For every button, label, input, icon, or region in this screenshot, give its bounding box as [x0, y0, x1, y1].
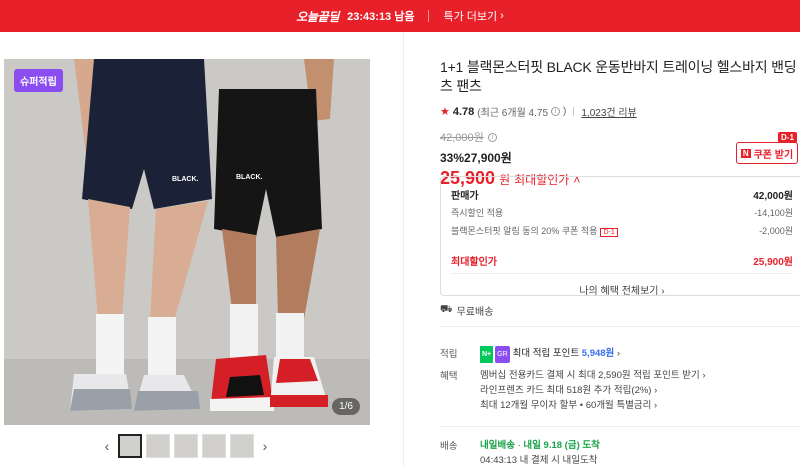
benefit-item[interactable]: 멤버십 전용카드 결제 시 최대 2,590원 적립 포인트 받기 › [480, 368, 800, 383]
max-value: 25,900원 [753, 256, 793, 268]
coupon-button-label: 쿠폰 받기 [753, 149, 794, 161]
benefit-text: 최대 12개월 무이자 할부 • 60개월 특별금리 [480, 400, 652, 411]
my-benefits-link[interactable]: 나의 혜택 전체보기 › [451, 282, 793, 297]
free-shipping: ⛟ 무료배송 [440, 303, 493, 318]
my-benefits-label: 나의 혜택 전체보기 [579, 286, 659, 297]
thumbnail[interactable] [174, 434, 198, 458]
product-title: 1+1 블랙몬스터핏 BLACK 운동반바지 트레이닝 헬스바지 밴딩 쇼츠 팬… [440, 59, 800, 94]
coupon-discount-row: 블랙몬스터핏 알림 동의 20% 쿠폰 적용 D-1 -2,000원 [451, 221, 793, 239]
chevron-right-icon[interactable]: › [258, 438, 272, 454]
product-info: 1+1 블랙몬스터핏 BLACK 운동반바지 트레이닝 헬스바지 밴딩 쇼츠 팬… [440, 58, 800, 189]
discount-price: 27,900원 [464, 151, 512, 165]
benefit-item[interactable]: 라인프렌즈 카드 최대 518원 추가 적립(2%) › [480, 383, 800, 398]
product-photo: BLACK. BLACK. [4, 59, 370, 425]
chevron-left-icon[interactable]: ‹ [100, 438, 114, 454]
thumbnail[interactable] [230, 434, 254, 458]
instant-label: 즉시할인 적용 [451, 207, 504, 218]
sale-price-row: 판매가 42,000원 [451, 185, 793, 203]
banner-more-link[interactable]: 특가 더보기 › [443, 8, 503, 24]
benefit-text: 라인프렌즈 카드 최대 518원 추가 적립(2%) [480, 385, 652, 396]
coupon-discount-tag: D-1 [600, 227, 618, 237]
rating-detail-close: ) [563, 106, 567, 117]
delivery-label: 배송 [440, 441, 458, 452]
thumbnail-strip: ‹ › [100, 434, 272, 458]
naver-icon: N [740, 148, 751, 158]
star-icon: ★ [440, 106, 450, 118]
benefit-item[interactable]: 최대 12개월 무이자 할부 • 60개월 특별금리 › [480, 398, 800, 413]
tomorrow-delivery-tag: 내일배송 [480, 440, 515, 451]
benefits-label: 혜택 [440, 371, 458, 382]
npay-icon: N+ [480, 346, 494, 363]
chevron-right-icon: › [500, 10, 504, 22]
points-value: 5,948원 [581, 348, 615, 359]
instant-value: -14,100원 [754, 207, 793, 218]
image-counter: 1/6 [332, 398, 360, 415]
max-label: 최대할인가 [451, 256, 497, 268]
info-icon[interactable]: i [487, 132, 497, 142]
points-text: 최대 적립 포인트 [512, 348, 580, 359]
free-shipping-label: 무료배송 [456, 307, 494, 318]
benefits-list: 멤버십 전용카드 결제 시 최대 2,590원 적립 포인트 받기 › 라인프렌… [480, 368, 800, 413]
thumbnail[interactable] [146, 434, 170, 458]
rating-row: ★ 4.78 (최근 6개월 4.75 i) 1,023건 리뷰 [440, 104, 800, 120]
truck-icon: ⛟ [440, 304, 453, 315]
banner-brand: 오늘끝딜 [296, 9, 340, 24]
rating-detail: (최근 6개월 4.75 [477, 108, 549, 119]
chevron-right-icon: › [661, 286, 665, 297]
delivery-deadline: 04:43:13 내 결제 시 내일도착 [480, 455, 598, 466]
points-link[interactable]: N+ GR 최대 적립 포인트 5,948원 › [480, 346, 800, 363]
discount-rate: 33% [440, 151, 465, 165]
coupon-discount-value: -2,000원 [759, 225, 793, 236]
rating-divider [573, 107, 575, 116]
svg-text:BLACK.: BLACK. [172, 176, 198, 183]
banner-more-label: 특가 더보기 [443, 11, 498, 23]
column-divider [403, 32, 404, 467]
svg-text:BLACK.: BLACK. [236, 174, 262, 181]
sale-label: 판매가 [451, 190, 479, 202]
banner-timer: 23:43:13 남음 [347, 11, 415, 23]
info-icon[interactable]: i [551, 107, 561, 116]
delivery-arrival: 내일 9.18 (금) 도착 [523, 440, 600, 451]
price-breakdown: 판매가 42,000원 즉시할인 적용 -14,100원 블랙몬스터핏 알림 동… [440, 176, 800, 297]
original-price: 42,000원 [440, 132, 484, 144]
coupon-button[interactable]: N 쿠폰 받기 [736, 142, 798, 164]
product-image[interactable]: BLACK. BLACK. 슈퍼적립 1/6 [4, 59, 370, 425]
grade-badge: GR [495, 346, 510, 363]
coupon-discount-label: 블랙몬스터핏 알림 동의 20% 쿠폰 적용 [451, 225, 598, 236]
sale-value: 42,000원 [753, 190, 793, 202]
review-count-link[interactable]: 1,023건 리뷰 [581, 104, 636, 119]
thumbnail[interactable] [118, 434, 142, 458]
section-divider [440, 426, 800, 427]
thumbnail[interactable] [202, 434, 226, 458]
pricebox-divider [451, 273, 793, 274]
benefit-text: 멤버십 전용카드 결제 시 최대 2,590원 적립 포인트 받기 [480, 370, 700, 381]
section-divider [440, 326, 800, 327]
rating-score: 4.78 [452, 105, 475, 118]
delivery-info: 내일배송 · 내일 9.18 (금) 도착 04:43:13 내 결제 시 내일… [480, 438, 800, 468]
promo-banner[interactable]: 오늘끝딜 23:43:13 남음 특가 더보기 › [0, 0, 800, 32]
super-point-badge: 슈퍼적립 [14, 69, 63, 92]
points-label: 적립 [440, 349, 458, 360]
max-discount-row: 최대할인가 25,900원 [451, 251, 793, 269]
instant-discount-row: 즉시할인 적용 -14,100원 [451, 203, 793, 221]
chevron-right-icon: › [616, 348, 621, 359]
banner-divider [428, 10, 430, 22]
